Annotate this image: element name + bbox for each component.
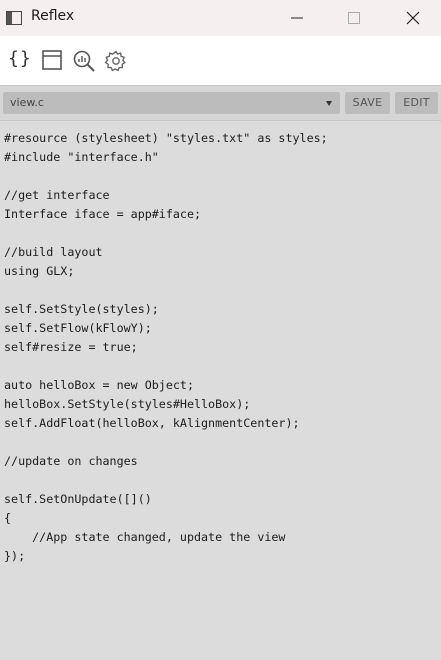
window-title: Reflex	[31, 8, 75, 24]
braces-icon[interactable]: {}	[8, 48, 32, 72]
close-icon	[406, 11, 420, 25]
code-text[interactable]: #resource (stylesheet) "styles.txt" as s…	[4, 129, 328, 566]
minimize-icon	[291, 17, 303, 19]
selected-file-name: view.c	[10, 96, 44, 109]
title-bar: Reflex	[0, 0, 441, 36]
inspect-chart-icon[interactable]	[72, 49, 96, 73]
close-button[interactable]	[390, 0, 436, 36]
gear-icon[interactable]	[104, 49, 128, 73]
file-bar: view.c SAVE EDIT	[0, 86, 441, 121]
chevron-down-icon	[326, 101, 332, 106]
save-button[interactable]: SAVE	[345, 92, 390, 114]
code-editor[interactable]: #resource (stylesheet) "styles.txt" as s…	[0, 121, 441, 660]
file-select-dropdown[interactable]: view.c	[3, 92, 340, 114]
window-icon	[6, 10, 22, 25]
edit-button[interactable]: EDIT	[395, 92, 438, 114]
toolbar: {}	[0, 36, 441, 86]
maximize-icon	[348, 12, 360, 24]
maximize-button[interactable]	[331, 0, 377, 36]
page-icon[interactable]	[41, 49, 65, 73]
minimize-button[interactable]	[274, 0, 320, 36]
